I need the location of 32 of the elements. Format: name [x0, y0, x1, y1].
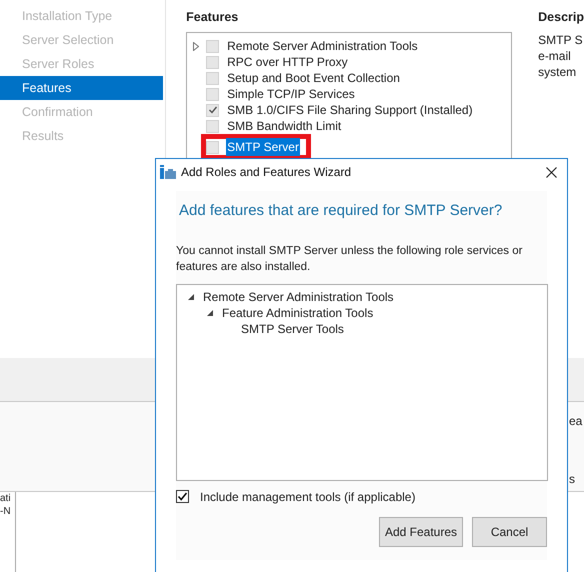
description-text: e-mail	[538, 48, 572, 64]
tree-item[interactable]: Remote Server Administration Tools	[203, 288, 394, 306]
feature-item[interactable]: Simple TCP/IP Services	[226, 85, 356, 103]
text-fragment: s	[569, 471, 576, 488]
nav-item[interactable]: Features	[0, 76, 164, 100]
dialog-button[interactable]: Add Features	[378, 516, 463, 546]
section-heading: Features	[186, 9, 240, 26]
window-title: Add Roles and Features Wizard	[181, 164, 352, 181]
wizard-icon	[160, 164, 176, 180]
feature-item[interactable]: Remote Server Administration Tools	[226, 37, 419, 55]
feature-item[interactable]: Setup and Boot Event Collection	[226, 69, 401, 87]
close-icon[interactable]	[546, 166, 557, 178]
feature-item[interactable]: SMB Bandwidth Limit	[226, 117, 342, 135]
tree-item[interactable]: SMTP Server Tools	[241, 320, 344, 338]
expanded-triangle-icon[interactable]	[206, 308, 214, 316]
expanded-triangle-icon[interactable]	[187, 292, 195, 300]
description-text: system	[538, 64, 578, 80]
feature-item[interactable]: SMTP Server	[226, 138, 300, 156]
dialog-button[interactable]: Cancel	[472, 516, 547, 546]
dialog-heading: Add features that are required for SMTP Server?	[178, 201, 504, 221]
description-text: SMTP S	[538, 32, 584, 48]
dialog-message: You cannot install SMTP Server unless the following role services or features are also installed.	[176, 244, 524, 274]
checkbox-label: Include management tools (if applicable)	[200, 488, 416, 506]
feature-item[interactable]: SMB 1.0/CIFS File Sharing Support (Installed)	[226, 101, 474, 119]
expand-triangle-icon[interactable]	[193, 42, 200, 50]
description-heading: Descrip	[538, 9, 584, 26]
text-fragment: ea	[569, 413, 583, 430]
checkbox[interactable]	[176, 490, 189, 503]
feature-item[interactable]: RPC over HTTP Proxy	[226, 53, 349, 71]
text-fragment: ati	[0, 492, 12, 505]
tree-item[interactable]: Feature Administration Tools	[222, 304, 374, 322]
text-fragment: -N	[0, 505, 12, 518]
